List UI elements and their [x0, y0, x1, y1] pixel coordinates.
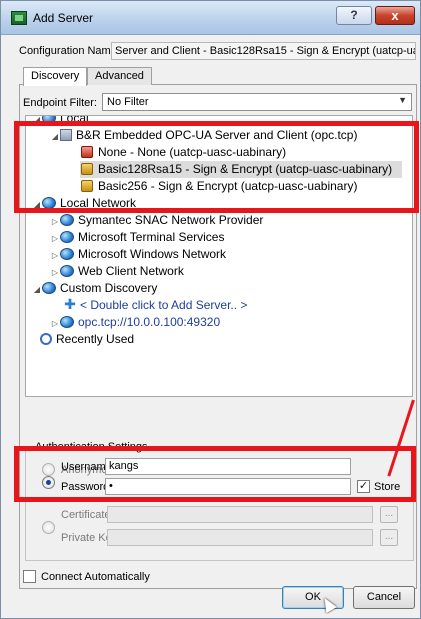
tree-node-network[interactable]: ▷ Microsoft Terminal Services — [50, 229, 225, 247]
tree-label: Microsoft Windows Network — [78, 247, 227, 261]
tree-node-local-network[interactable]: ◢ Local Network — [32, 195, 136, 212]
tree-node-network[interactable]: ▷ Microsoft Windows Network — [50, 246, 226, 263]
tree-node-endpoint-none[interactable]: None - None (uatcp-uasc-uabinary) — [80, 144, 286, 161]
globe-icon — [42, 282, 56, 294]
tree-label: < Double click to Add Server.. > — [80, 298, 248, 312]
collapse-triangle-icon[interactable]: ◢ — [32, 281, 42, 298]
tree-node-custom-server[interactable]: ▷ opc.tcp://10.0.0.100:49320 — [50, 314, 220, 331]
tree-node-server[interactable]: ◢ B&R Embedded OPC-UA Server and Client (… — [50, 127, 358, 145]
collapse-triangle-icon[interactable]: ◢ — [32, 116, 42, 128]
private-key-input[interactable] — [107, 529, 373, 546]
tree-label: Microsoft Terminal Services — [78, 230, 225, 244]
globe-icon — [60, 316, 74, 328]
collapse-triangle-icon[interactable]: ◢ — [50, 128, 60, 145]
certificate-label: Certificate — [61, 509, 111, 521]
lock-icon — [81, 180, 93, 192]
tree-node-recently-used[interactable]: Recently Used — [40, 331, 134, 348]
tree-label: Custom Discovery — [60, 281, 158, 295]
tree-label: None - None (uatcp-uasc-uabinary) — [98, 145, 287, 159]
tree-label: Recently Used — [56, 332, 135, 346]
close-button[interactable]: x — [375, 6, 415, 25]
expand-triangle-icon[interactable]: ▷ — [50, 264, 60, 281]
tree-node-add-server[interactable]: ✚ < Double click to Add Server.. > — [64, 297, 247, 314]
title-bar[interactable]: Add Server ? x — [1, 1, 420, 35]
unlocked-red-icon — [81, 146, 93, 158]
globe-icon — [60, 265, 74, 277]
tree-node-endpoint-basic128[interactable]: Basic128Rsa15 - Sign & Encrypt (uatcp-ua… — [80, 161, 402, 178]
authentication-legend: Authentication Settings — [32, 441, 151, 453]
tab-discovery[interactable]: Discovery — [23, 67, 88, 86]
tree-node-custom-discovery[interactable]: ◢ Custom Discovery — [32, 280, 157, 297]
plus-icon: ✚ — [64, 296, 76, 312]
globe-icon — [60, 214, 74, 226]
username-input[interactable]: kangs — [105, 458, 351, 475]
globe-icon — [42, 116, 56, 124]
globe-icon — [60, 248, 74, 260]
password-input[interactable]: • — [105, 478, 351, 495]
endpoint-filter-value: No Filter — [107, 96, 149, 108]
cancel-button[interactable]: Cancel — [353, 586, 415, 609]
certificate-browse-button[interactable]: ... — [380, 506, 398, 523]
tree-label: opc.tcp://10.0.0.100:49320 — [78, 315, 221, 329]
add-server-dialog: Add Server ? x Configuration Name Server… — [0, 0, 421, 619]
chevron-down-icon: ▼ — [398, 95, 407, 105]
tree-label: B&R Embedded OPC-UA Server and Client (o… — [76, 128, 358, 142]
password-label: Password — [61, 481, 110, 493]
tab-advanced[interactable]: Advanced — [87, 67, 152, 85]
lock-icon — [81, 163, 93, 175]
tree-node-network[interactable]: ▷ Symantec SNAC Network Provider — [50, 212, 263, 229]
connect-automatically-label: Connect Automatically — [41, 571, 150, 583]
expand-triangle-icon[interactable]: ▷ — [50, 230, 60, 247]
config-name-label: Configuration Name — [19, 45, 117, 57]
window-title: Add Server — [33, 11, 94, 25]
tree-label: Web Client Network — [78, 264, 184, 278]
anonymous-radio[interactable] — [42, 463, 55, 476]
certificate-input[interactable] — [107, 506, 373, 523]
store-checkbox[interactable]: ✓ — [357, 480, 370, 493]
server-tree[interactable]: ◢ Local ◢ B&R Embedded OPC-UA Server and C… — [25, 115, 413, 397]
tree-node-network[interactable]: ▷ Web Client Network — [50, 263, 184, 280]
app-icon — [11, 11, 27, 25]
tree-label: Basic256 - Sign & Encrypt (uatcp-uasc-ua… — [98, 179, 358, 193]
expand-triangle-icon[interactable]: ▷ — [50, 213, 60, 230]
username-radio[interactable] — [42, 476, 55, 489]
private-key-browse-button[interactable]: ... — [380, 529, 398, 546]
clock-icon — [40, 333, 52, 345]
globe-icon — [60, 231, 74, 243]
tree-node-endpoint-basic256[interactable]: Basic256 - Sign & Encrypt (uatcp-uasc-ua… — [80, 178, 357, 195]
store-label: Store — [374, 481, 401, 493]
expand-triangle-icon[interactable]: ▷ — [50, 247, 60, 264]
tree-label: Basic128Rsa15 - Sign & Encrypt (uatcp-ua… — [98, 162, 393, 176]
help-button[interactable]: ? — [336, 6, 372, 25]
tree-node-local[interactable]: ◢ Local — [32, 115, 89, 128]
config-name-field[interactable]: Server and Client - Basic128Rsa15 - Sign… — [111, 42, 416, 60]
expand-triangle-icon[interactable]: ▷ — [50, 315, 60, 332]
endpoint-filter-label: Endpoint Filter: — [23, 97, 97, 109]
server-icon — [60, 129, 72, 141]
globe-icon — [42, 197, 56, 209]
certificate-radio[interactable] — [42, 521, 55, 534]
endpoint-filter-select[interactable]: No Filter ▼ — [102, 93, 412, 111]
connect-automatically-checkbox[interactable] — [23, 570, 36, 583]
tree-label: Symantec SNAC Network Provider — [78, 213, 264, 227]
collapse-triangle-icon[interactable]: ◢ — [32, 196, 42, 213]
tree-label: Local — [60, 115, 89, 125]
tree-label: Local Network — [60, 196, 137, 210]
